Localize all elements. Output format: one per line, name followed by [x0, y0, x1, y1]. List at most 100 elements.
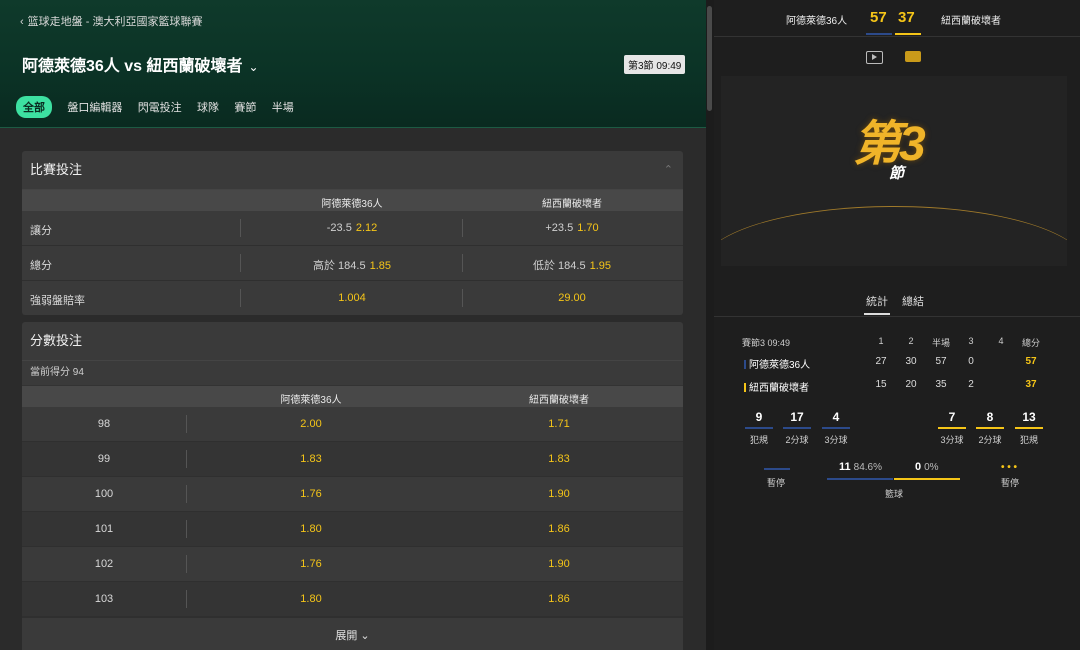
tab-half[interactable]: 半場	[272, 96, 294, 118]
handicap-away-odds[interactable]: +23.5 1.70	[545, 222, 598, 234]
away-timeout-dots: • • •	[1001, 462, 1018, 473]
stat-total: 57	[1025, 356, 1037, 367]
stat-cell: 30	[905, 356, 917, 367]
chevron-up-icon[interactable]: ⌃	[664, 151, 673, 189]
away-column-label: 紐西蘭破壞者	[542, 199, 602, 210]
points-row: 100 1.76 1.90	[22, 477, 683, 512]
tab-flash-bet[interactable]: 閃電投注	[138, 96, 182, 118]
points-row: 103 1.80 1.86	[22, 582, 683, 617]
stats-header-q1: 1	[878, 336, 884, 346]
stat-cell: 35	[935, 379, 947, 390]
stats-away-team: 紐西蘭破壞者	[744, 379, 809, 394]
tab-quarter[interactable]: 賽節	[234, 96, 256, 118]
home-team-name: 阿德萊德36人	[786, 16, 848, 27]
moneyline-home-odds[interactable]: 1.004	[338, 292, 366, 304]
row-label: 總分	[30, 260, 52, 272]
points-row: 99 1.83 1.83	[22, 442, 683, 477]
market-tabs: 全部 盤口編輯器 閃電投注 球隊 賽節 半場	[16, 96, 306, 118]
stat-cell: 20	[905, 379, 917, 390]
home-fouls: 9 犯規	[744, 410, 774, 446]
points-home-odds[interactable]: 1.80	[300, 593, 321, 605]
points-home-odds[interactable]: 1.76	[300, 558, 321, 570]
stat-cell: 0	[968, 356, 974, 367]
stats-home-team: 阿德萊德36人	[744, 356, 810, 371]
home-3pt: 4 3分球	[821, 410, 851, 446]
betting-area: ‹ 篮球走地盤 - 澳大利亞國家籃球聯賽 阿德萊德36人 vs 紐西蘭破壞者 ⌄ 第…	[0, 0, 706, 650]
stats-period-time: 賽節3 09:49	[741, 338, 791, 348]
tab-team[interactable]: 球隊	[197, 96, 219, 118]
points-home-odds[interactable]: 1.80	[300, 523, 321, 535]
stats-header-q2: 2	[908, 336, 914, 346]
match-header: ‹ 篮球走地盤 - 澳大利亞國家籃球聯賽 阿德萊德36人 vs 紐西蘭破壞者 ⌄ 第…	[0, 0, 706, 128]
home-timeout-label: 暫停	[766, 478, 786, 488]
match-bets-header[interactable]: 比賽投注 ⌃	[22, 151, 683, 190]
points-bets-header[interactable]: 分數投注	[22, 322, 683, 361]
home-score: 57	[870, 9, 887, 26]
total-over-odds[interactable]: 高於 184.5 1.85	[313, 257, 391, 273]
points-value: 98	[97, 418, 111, 430]
total-row: 總分 高於 184.5 1.85 低於 184.5 1.95	[22, 246, 683, 281]
points-row: 101 1.80 1.86	[22, 512, 683, 547]
expand-button[interactable]: 展開 ⌄	[22, 617, 683, 650]
away-score: 37	[898, 9, 915, 26]
points-column-header: 阿德萊德36人 紐西蘭破壞者	[22, 386, 683, 407]
period-unit: 節	[889, 165, 905, 182]
moneyline-away-odds[interactable]: 29.00	[558, 292, 586, 304]
points-bets-title: 分數投注	[30, 333, 83, 348]
match-visualization: 第3 節	[721, 76, 1067, 266]
away-3pt: 7 3分球	[937, 410, 967, 446]
points-row: 102 1.76 1.90	[22, 547, 683, 582]
breadcrumb[interactable]: ‹ 篮球走地盤 - 澳大利亞國家籃球聯賽	[20, 13, 202, 29]
row-label: 強弱盤賠率	[30, 295, 85, 307]
tab-summary[interactable]: 總結	[902, 293, 924, 309]
away-rebounds: 0 0%	[915, 461, 939, 473]
points-away-odds[interactable]: 1.83	[548, 453, 569, 465]
stat-cell: 2	[968, 379, 974, 390]
court-icon[interactable]	[905, 51, 921, 62]
handicap-row: 讓分 -23.5 2.12 +23.5 1.70	[22, 211, 683, 246]
home-timeout-bar	[764, 468, 790, 470]
tab-stats[interactable]: 統計	[864, 293, 890, 315]
points-away-odds[interactable]: 1.71	[548, 418, 569, 430]
total-under-odds[interactable]: 低於 184.5 1.95	[533, 257, 611, 273]
points-home-odds[interactable]: 1.83	[300, 453, 321, 465]
points-value: 99	[97, 453, 111, 465]
stat-total: 37	[1025, 379, 1037, 390]
away-timeout-label: 暫停	[1000, 478, 1020, 488]
scoreboard: 阿德萊德36人 57 37 紐西蘭破壞者	[714, 0, 1080, 37]
chevron-left-icon: ‹	[20, 16, 24, 28]
points-away-odds[interactable]: 1.86	[548, 523, 569, 535]
home-column-label: 阿德萊德36人	[280, 395, 342, 406]
points-home-odds[interactable]: 2.00	[300, 418, 321, 430]
home-column-label: 阿德萊德36人	[321, 199, 383, 210]
stat-cell: 27	[875, 356, 887, 367]
match-title-text: 阿德萊德36人 vs 紐西蘭破壞者	[22, 58, 243, 75]
moneyline-row: 強弱盤賠率 1.004 29.00	[22, 281, 683, 315]
tab-all[interactable]: 全部	[16, 96, 52, 118]
chevron-down-icon: ⌄	[360, 630, 370, 642]
points-away-odds[interactable]: 1.90	[548, 488, 569, 500]
points-value: 101	[94, 523, 114, 535]
rebounds-label: 籃球	[884, 489, 904, 499]
points-away-odds[interactable]: 1.90	[548, 558, 569, 570]
scrollbar[interactable]	[706, 0, 714, 650]
away-fouls: 13 犯規	[1014, 410, 1044, 446]
match-title[interactable]: 阿德萊德36人 vs 紐西蘭破壞者 ⌄	[22, 52, 259, 76]
video-icon[interactable]	[866, 51, 883, 64]
chevron-down-icon: ⌄	[248, 60, 259, 74]
points-value: 102	[94, 558, 114, 570]
away-color-bar	[895, 33, 921, 35]
points-bets-panel: 分數投注 當前得分 94 阿德萊德36人 紐西蘭破壞者 98 2.00 1.71…	[22, 322, 683, 650]
period-badge: 第3節 09:49	[624, 55, 686, 74]
stats-header-total: 總分	[1021, 338, 1041, 348]
points-away-odds[interactable]: 1.86	[548, 593, 569, 605]
away-rebound-bar	[894, 478, 960, 480]
scroll-thumb[interactable]	[707, 6, 712, 111]
home-2pt: 17 2分球	[782, 410, 812, 446]
stats-tabs: 統計 總結	[714, 290, 1080, 317]
tab-bet-builder[interactable]: 盤口編輯器	[67, 96, 122, 118]
stats-header-q3: 3	[968, 336, 974, 346]
points-home-odds[interactable]: 1.76	[300, 488, 321, 500]
live-tracker-panel: 阿德萊德36人 57 37 紐西蘭破壞者 第3 節 統計 總結 賽節3 09:4…	[714, 0, 1080, 650]
handicap-home-odds[interactable]: -23.5 2.12	[327, 222, 378, 234]
